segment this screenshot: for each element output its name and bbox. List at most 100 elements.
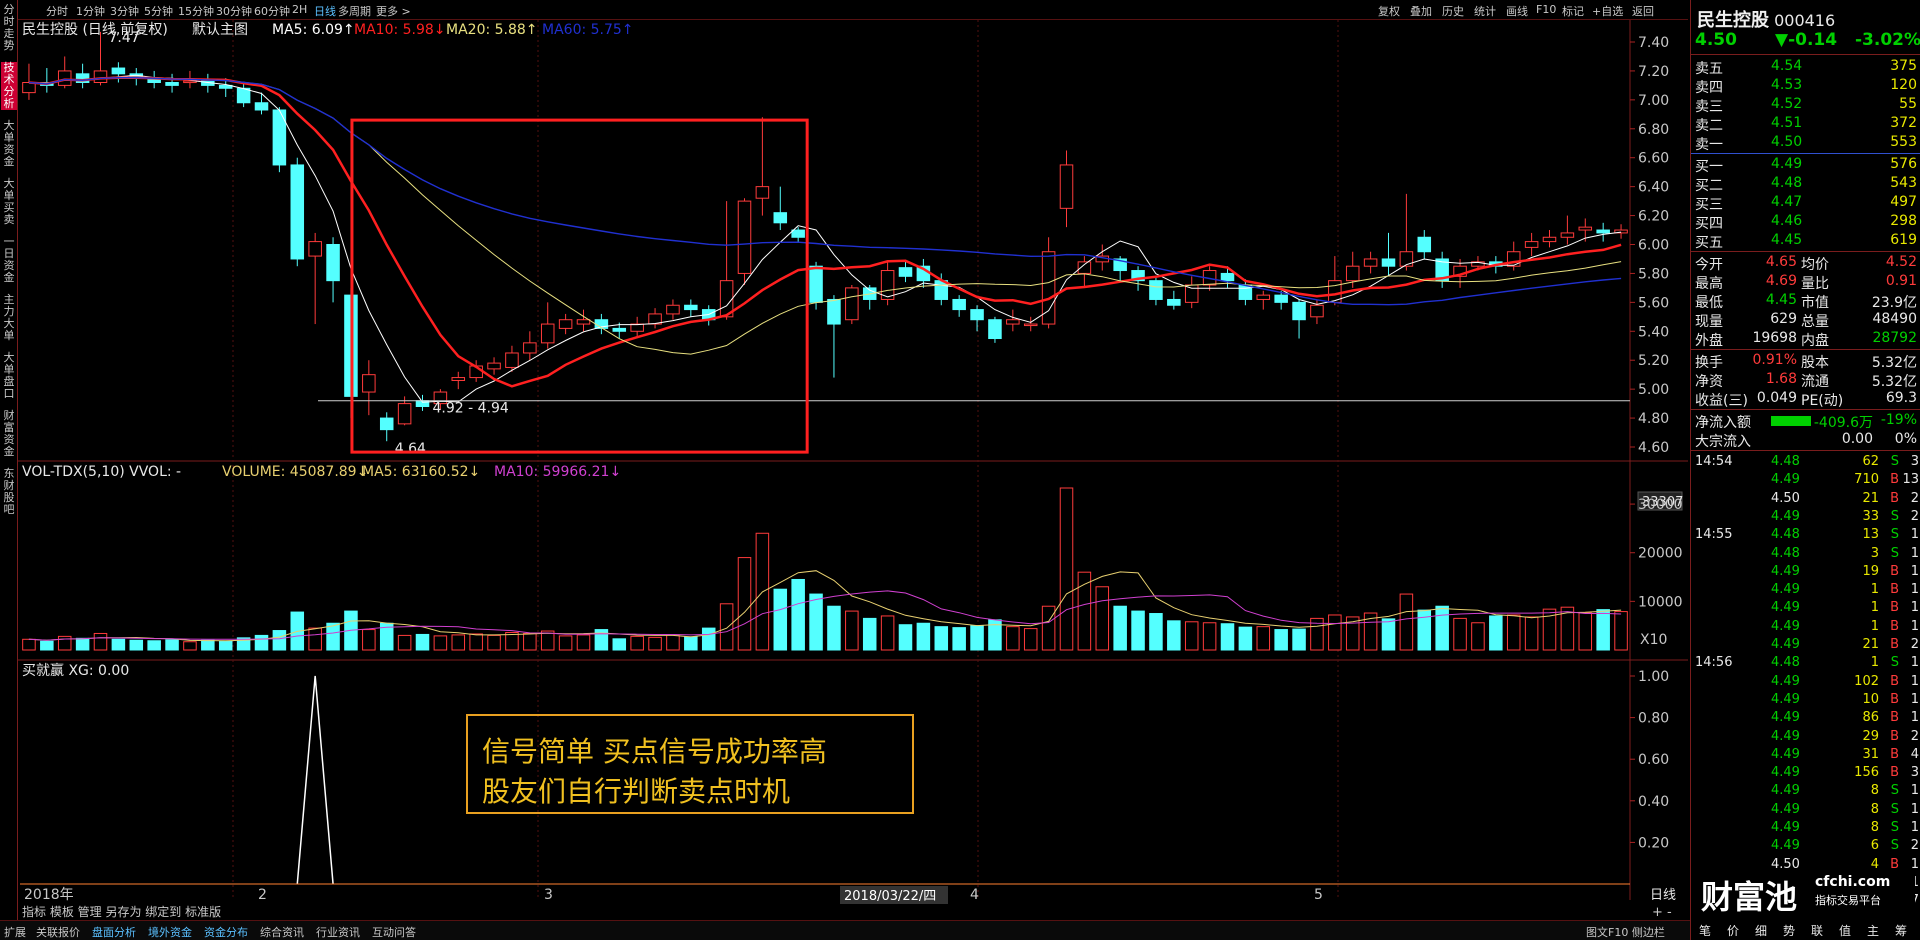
stats-row-4: 外盘 19698 内盘 28792	[1691, 329, 1920, 349]
panel-tab-0[interactable]: 笔	[1699, 922, 1711, 939]
period-tab-7[interactable]: 2H	[292, 3, 307, 16]
volume-bar-67	[1220, 623, 1235, 651]
volume-bar-9	[183, 641, 197, 651]
panel-tab-7[interactable]: 筹	[1895, 922, 1907, 939]
volume-bar-7	[147, 640, 161, 651]
volume-bar-53	[970, 625, 984, 651]
left-tab-7[interactable]: 财富资金	[1, 410, 17, 458]
left-tab-4[interactable]: 一日资金	[1, 236, 17, 284]
toolbar-btn-5[interactable]: F10	[1536, 3, 1556, 16]
toolbar-btn-1[interactable]: 叠加	[1410, 3, 1432, 19]
stats-val-a: 4.65	[1765, 254, 1797, 270]
bid-price: 4.47	[1771, 194, 1803, 210]
candle-body-69	[1256, 294, 1271, 300]
vol-title-name: VOL-TDX(5,10) VVOL: -	[22, 464, 181, 480]
bottom-tab-bar: 扩展 关联报价 盘面分析 境外资金 资金分布 综合资讯 行业资讯 互动问答 图文F10 侧边栏	[0, 920, 1690, 940]
candle-body-15	[290, 164, 305, 260]
left-tab-0[interactable]: 分时走势	[1, 4, 17, 52]
volume-bar-78	[1417, 609, 1432, 651]
price-axis-label-11: 5.20	[1638, 353, 1669, 369]
stats2-row-2: 收益(三) 0.049 PE(动) 69.3	[1691, 389, 1920, 409]
vol-axis-label-0: 30000	[1638, 497, 1683, 513]
volume-bar-77	[1399, 593, 1414, 651]
net-inflow-bar	[1771, 416, 1811, 426]
period-tab-3[interactable]: 5分钟	[144, 3, 173, 19]
bottom-tab-7[interactable]: 互动问答	[372, 924, 416, 940]
ask-label: 卖四	[1695, 80, 1723, 96]
ask-vol: 553	[1890, 134, 1917, 150]
price-axis-label-12: 5.00	[1638, 382, 1669, 398]
stats2-val-a: 1.68	[1765, 371, 1797, 387]
period-tab-10[interactable]: 更多 >	[376, 3, 411, 19]
bottom-tab-4[interactable]: 资金分布	[204, 924, 248, 940]
sidebar-toggle[interactable]: 图文F10 侧边栏	[1586, 924, 1665, 940]
volume-bar-19	[362, 629, 376, 651]
tick-vol: 3	[1870, 545, 1879, 561]
period-tab-0[interactable]: 分时	[46, 3, 68, 19]
bottom-tab-6[interactable]: 行业资讯	[316, 924, 360, 940]
period-tab-2[interactable]: 3分钟	[110, 3, 139, 19]
tick-vol: 8	[1870, 801, 1879, 817]
candle-body-4	[93, 70, 108, 83]
bottom-tab-0[interactable]: 扩展	[4, 924, 26, 940]
panel-tab-3[interactable]: 势	[1783, 922, 1795, 939]
ma10-line	[28, 76, 1622, 388]
quote-change: ▼-0.14	[1775, 30, 1838, 50]
volume-bar-66	[1202, 622, 1217, 651]
volume-bar-88	[1596, 609, 1610, 651]
panel-tab-4[interactable]: 联	[1811, 922, 1823, 939]
candle-body-77	[1399, 251, 1414, 267]
volume-bar-51	[934, 626, 949, 651]
tick-price: 4.49	[1771, 801, 1800, 817]
tick-price: 4.49	[1771, 691, 1800, 707]
left-tab-3[interactable]: 大单买卖	[1, 178, 17, 226]
left-tab-2[interactable]: 大单资金	[1, 120, 17, 168]
bottom-tab-1[interactable]: 关联报价	[36, 924, 80, 940]
toolbar-btn-6[interactable]: 标记	[1562, 3, 1584, 19]
toolbar-btn-4[interactable]: 画线	[1506, 3, 1528, 19]
quote-panel: 民生控股 000416 4.50 ▼-0.14 -3.02% 卖五 4.54 375 卖四 4.…	[1690, 0, 1920, 940]
tick-vol: 6	[1870, 838, 1879, 854]
left-tab-1[interactable]: 技术分析	[1, 62, 17, 110]
toolbar-btn-7[interactable]: +自选	[1592, 3, 1623, 19]
panel-tab-2[interactable]: 细	[1755, 922, 1767, 939]
block-inflow-pct: 0%	[1894, 431, 1917, 447]
left-tab-6[interactable]: 大单盘口	[1, 352, 17, 400]
volume-bar-26	[487, 634, 501, 651]
period-tab-9[interactable]: 多周期	[338, 3, 371, 19]
toolbar-btn-2[interactable]: 历史	[1442, 3, 1464, 19]
stats-val-b: 0.91	[1885, 273, 1917, 289]
stats-label-b: 均价	[1801, 257, 1829, 273]
candle-body-46	[845, 287, 859, 321]
left-tab-8[interactable]: 东财股吧	[1, 468, 17, 516]
bid-row-2: 买三 4.47 497	[1691, 193, 1920, 213]
period-tab-6[interactable]: 60分钟	[254, 3, 290, 19]
bottom-tab-5[interactable]: 综合资讯	[260, 924, 304, 940]
volume-bar-47	[862, 617, 877, 651]
stats-label-a: 最高	[1695, 276, 1723, 292]
toolbar-btn-0[interactable]: 复权	[1378, 3, 1400, 19]
candle-body-9	[183, 80, 197, 84]
panel-tab-5[interactable]: 值	[1839, 922, 1851, 939]
main-title-ma20: MA20: 5.88↑	[446, 22, 538, 38]
candle-body-58	[1059, 164, 1074, 209]
period-tab-8[interactable]: 日线	[314, 3, 336, 19]
bottom-tab-3[interactable]: 境外资金	[148, 924, 192, 940]
period-tab-4[interactable]: 15分钟	[178, 3, 214, 19]
panel-tab-6[interactable]: 主	[1867, 922, 1879, 939]
stats-row-1: 最高 4.69 量比 0.91	[1691, 272, 1920, 292]
note-line-2: 股友们自行判断卖点时机	[482, 775, 791, 808]
bottom-tab-2[interactable]: 盘面分析	[92, 924, 136, 940]
volume-bar-62	[1131, 610, 1145, 651]
period-tab-5[interactable]: 30分钟	[216, 3, 252, 19]
tick-count: 13	[1902, 472, 1919, 488]
panel-tab-1[interactable]: 价	[1727, 922, 1739, 939]
tick-price: 4.49	[1771, 637, 1800, 652]
toolbar-btn-3[interactable]: 统计	[1474, 3, 1496, 19]
period-tab-1[interactable]: 1分钟	[76, 3, 105, 19]
tick-count: 2	[1910, 838, 1919, 854]
volume-bar-16	[308, 627, 322, 651]
toolbar-btn-8[interactable]: 返回	[1632, 3, 1654, 19]
left-tab-5[interactable]: 主力大单	[1, 294, 17, 342]
volume-bar-45	[827, 605, 841, 651]
